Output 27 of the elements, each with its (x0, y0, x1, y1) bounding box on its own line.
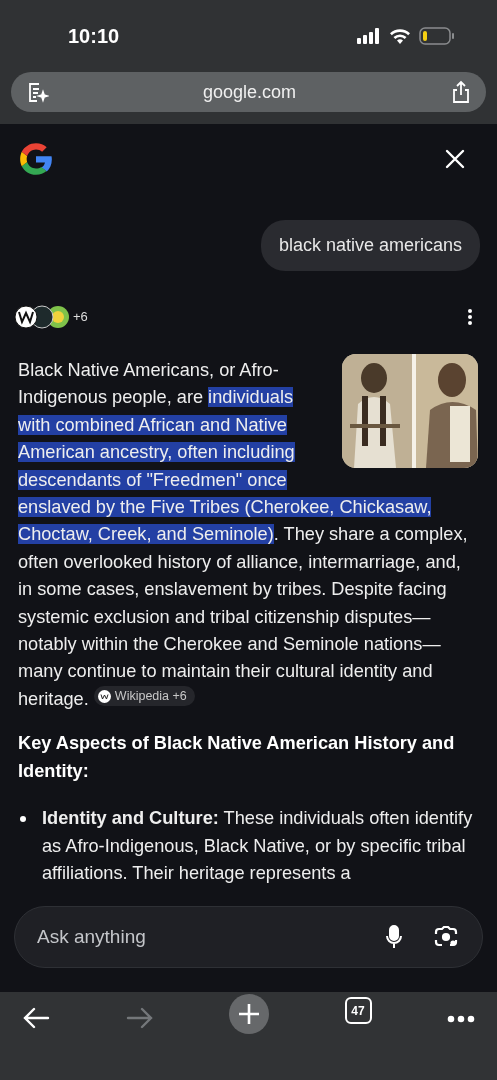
query-bubble: black native americans (260, 220, 480, 271)
bullet-text: Identity and Culture: These individuals often identify as Afro-Indigenous, Black Native, or by specific tribal affiliations. Their heritage represents a (42, 807, 474, 885)
ask-bar[interactable]: Ask anything (14, 906, 483, 968)
section-heading: Key Aspects of Black Native American History and Identity: (18, 732, 456, 783)
citation-chip[interactable]: Wikipedia +6 (93, 686, 195, 707)
tab-count-button[interactable]: 47 (344, 997, 372, 1024)
plus-icon (238, 1003, 260, 1025)
wifi-icon (389, 28, 411, 44)
wikipedia-logo-icon (97, 689, 111, 703)
status-time: 10:10 (68, 24, 120, 49)
share-icon[interactable] (450, 80, 472, 104)
source-count[interactable]: +6 (73, 307, 88, 327)
answer-paragraph: Black Native Americans, or Afro-Indigenous people, are individuals with combined African and Native American ancestry, often including descendants of "Freedmen" once enslaved by the Five Tribes (Cherokee, Chickasaw, Choctaw, Creek, and Seminole). They share a complex, often overlooked history of alliance, intermarriage, and, in some cases, enslavement by tribes. Despite facing systemic exclusion and tribal citizenship disputes—notably within the Cherokee and Seminole nations—many continue to maintain their cultural identity and heritage. Wikipedia +6 (18, 359, 469, 711)
battery-icon (419, 27, 455, 45)
more-menu-icon[interactable] (447, 1015, 475, 1023)
bullet-icon (20, 816, 26, 823)
url-text: google.com (202, 80, 297, 104)
camera-search-icon[interactable] (434, 926, 458, 948)
new-tab-button[interactable] (229, 994, 269, 1034)
microphone-icon[interactable] (386, 925, 402, 949)
source-logos-icon[interactable] (14, 305, 70, 329)
more-options-icon[interactable] (467, 308, 473, 326)
address-bar[interactable]: google.com (11, 72, 486, 112)
close-icon[interactable] (445, 149, 465, 169)
google-logo-icon (17, 140, 55, 178)
back-icon[interactable] (22, 1006, 50, 1030)
signal-icon (357, 28, 381, 44)
